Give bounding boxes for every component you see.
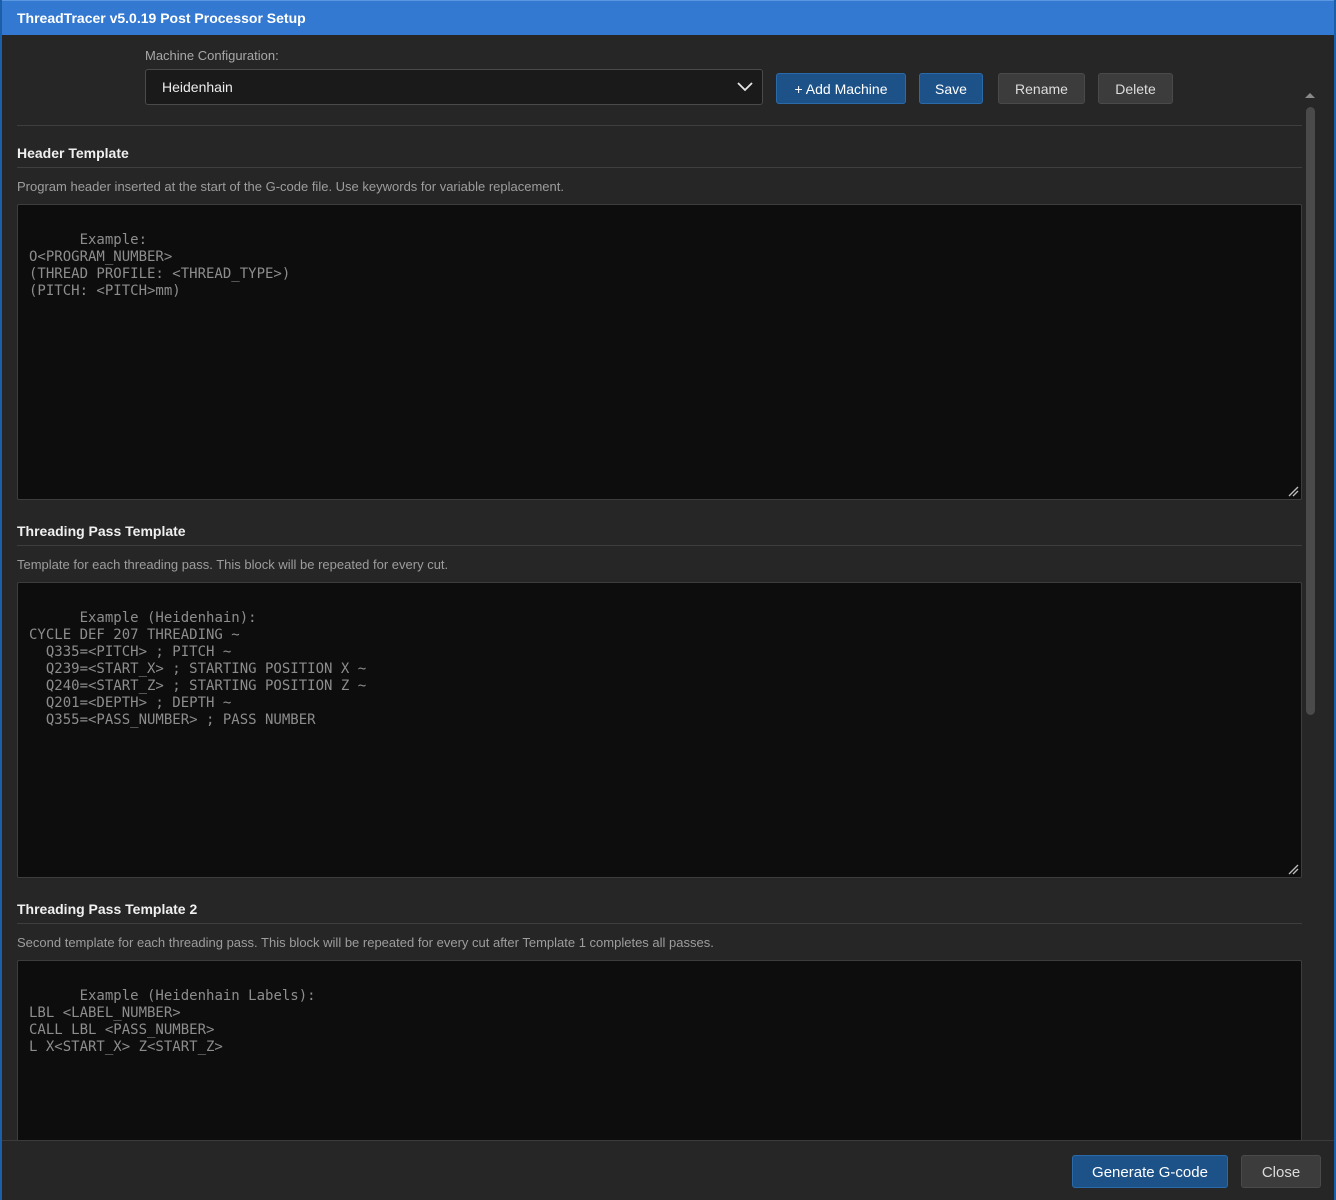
window-title: ThreadTracer v5.0.19 Post Processor Setu… <box>17 10 306 26</box>
post-processor-window: ThreadTracer v5.0.19 Post Processor Setu… <box>0 0 1336 1200</box>
threading-pass-template-title: Threading Pass Template <box>17 523 186 539</box>
threading-pass-template-textarea[interactable]: Example (Heidenhain): CYCLE DEF 207 THRE… <box>17 582 1302 878</box>
scrollbar-thumb[interactable] <box>1306 107 1315 715</box>
close-button[interactable]: Close <box>1241 1155 1321 1188</box>
chevron-down-icon <box>737 82 753 92</box>
header-template-textarea[interactable]: Example: O<PROGRAM_NUMBER> (THREAD PROFI… <box>17 204 1302 500</box>
rename-button[interactable]: Rename <box>998 73 1085 104</box>
settings-panel: Machine Configuration: Heidenhain + Add … <box>2 35 1334 1140</box>
threading-pass-template-2-placeholder: Example (Heidenhain Labels): LBL <LABEL_… <box>29 988 316 1055</box>
machine-config-value: Heidenhain <box>162 79 233 95</box>
header-template-placeholder: Example: O<PROGRAM_NUMBER> (THREAD PROFI… <box>29 232 291 299</box>
delete-button[interactable]: Delete <box>1098 73 1173 104</box>
section-divider <box>17 545 1302 546</box>
threading-pass-template-2-title: Threading Pass Template 2 <box>17 901 198 917</box>
title-bar[interactable]: ThreadTracer v5.0.19 Post Processor Setu… <box>2 0 1334 35</box>
machine-config-select[interactable]: Heidenhain <box>145 69 763 105</box>
machine-config-label: Machine Configuration: <box>145 48 279 63</box>
vertical-scrollbar[interactable] <box>1304 90 1316 1140</box>
threading-pass-template-description: Template for each threading pass. This b… <box>17 557 449 572</box>
resize-grip-icon[interactable] <box>1287 485 1299 497</box>
resize-grip-icon[interactable] <box>1287 863 1299 875</box>
header-template-title: Header Template <box>17 145 129 161</box>
add-machine-button[interactable]: + Add Machine <box>776 73 906 104</box>
triangle-up-icon[interactable] <box>1304 90 1316 100</box>
dialog-footer: Generate G-code Close <box>2 1140 1334 1200</box>
threading-pass-template-2-description: Second template for each threading pass.… <box>17 935 714 950</box>
divider <box>17 125 1302 126</box>
section-divider <box>17 923 1302 924</box>
threading-pass-template-placeholder: Example (Heidenhain): CYCLE DEF 207 THRE… <box>29 610 367 728</box>
threading-pass-template-2-textarea[interactable]: Example (Heidenhain Labels): LBL <LABEL_… <box>17 960 1302 1140</box>
generate-gcode-button[interactable]: Generate G-code <box>1072 1155 1228 1188</box>
header-template-description: Program header inserted at the start of … <box>17 179 564 194</box>
section-divider <box>17 167 1302 168</box>
save-button[interactable]: Save <box>919 73 983 104</box>
